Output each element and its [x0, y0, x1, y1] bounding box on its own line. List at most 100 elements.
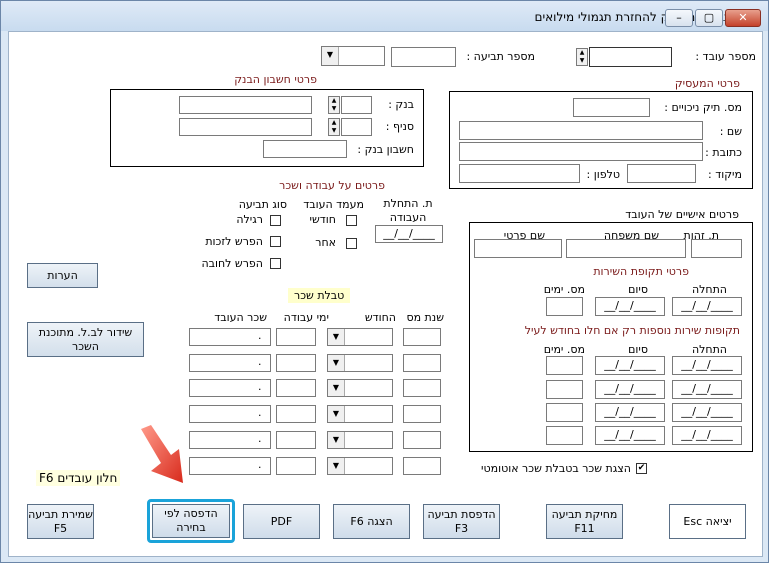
salary-input-3[interactable]: . [189, 379, 271, 397]
bank-label: בנק : [388, 98, 414, 111]
salary-input-4[interactable]: . [189, 405, 271, 423]
month-select-5[interactable]: ▼ [327, 431, 393, 449]
work-days-input-3[interactable] [276, 379, 316, 397]
entitlement-diff-checkbox[interactable] [270, 236, 281, 247]
debit-diff-checkbox[interactable] [270, 258, 281, 269]
salary-table-header: טבלת שכר [288, 288, 351, 303]
month-select-1[interactable]: ▼ [327, 328, 393, 346]
display-button[interactable]: הצגה F6 [333, 504, 410, 539]
tax-year-input-2[interactable] [403, 354, 441, 372]
extra-end-input-3[interactable]: __/__/____ [595, 403, 665, 422]
tax-year-input-4[interactable] [403, 405, 441, 423]
service-days-input[interactable] [546, 297, 583, 316]
address-input[interactable] [459, 142, 703, 161]
bank-code-input[interactable] [341, 96, 372, 114]
chevron-down-icon: ▼ [328, 458, 345, 474]
extra-end-input-1[interactable]: __/__/____ [595, 356, 665, 375]
delete-claim-button[interactable]: מחיקת תביעה F11 [546, 504, 623, 539]
address-label: כתובת : [705, 146, 742, 159]
month-select-2[interactable]: ▼ [327, 354, 393, 372]
extra-start-input-4[interactable]: __/__/____ [672, 426, 742, 445]
auto-salary-label: הצגת שכר בטבלת שכר אוטומטי [481, 462, 631, 475]
regular-checkbox[interactable] [270, 215, 281, 226]
month-select-3[interactable]: ▼ [327, 379, 393, 397]
employees-window-label[interactable]: חלון עובדים F6 [36, 470, 121, 486]
maximize-icon: ▢ [703, 11, 715, 24]
branch-code-input[interactable] [341, 118, 372, 136]
month-select-6[interactable]: ▼ [327, 457, 393, 475]
other-checkbox[interactable] [346, 238, 357, 249]
last-name-input[interactable] [566, 239, 686, 258]
tax-year-input-5[interactable] [403, 431, 441, 449]
chevron-down-icon: ▼ [328, 329, 345, 345]
extra-end-input-2[interactable]: __/__/____ [595, 380, 665, 399]
extra-end-input-4[interactable]: __/__/____ [595, 426, 665, 445]
phone-input[interactable] [459, 164, 580, 183]
salary-input-2[interactable]: . [189, 354, 271, 372]
start-date-input[interactable]: __/__/____ [375, 225, 443, 243]
bank-header: פרטי חשבון הבנק [234, 73, 317, 86]
zip-input[interactable] [627, 164, 696, 183]
employee-no-input[interactable] [589, 47, 672, 67]
work-days-input-4[interactable] [276, 405, 316, 423]
print-selection-button[interactable]: הדפסה לפי בחירה [152, 504, 230, 538]
name-label: שם : [719, 125, 742, 138]
service-start-label: התחלה [691, 283, 727, 296]
work-days-input-2[interactable] [276, 354, 316, 372]
extra-start-input-1[interactable]: __/__/____ [672, 356, 742, 375]
salary-input-6[interactable]: . [189, 457, 271, 475]
maximize-button[interactable]: ▢ [695, 9, 723, 27]
entitlement-diff-label: הפרש לזכות [205, 235, 263, 248]
salary-input-1[interactable]: . [189, 328, 271, 346]
extra-days-input-4[interactable] [546, 426, 583, 445]
work-days-input-6[interactable] [276, 457, 316, 475]
first-name-input[interactable] [474, 239, 562, 258]
extra-end-label: סיום [628, 343, 648, 356]
account-label: חשבון בנק : [357, 143, 414, 156]
extra-days-input-2[interactable] [546, 380, 583, 399]
service-end-input[interactable]: __/__/____ [595, 297, 665, 316]
minimize-button[interactable]: – [665, 9, 693, 27]
tax-year-input-6[interactable] [403, 457, 441, 475]
notes-button[interactable]: הערות [27, 263, 98, 288]
work-days-col-header: ימי עבודה [283, 311, 329, 324]
bank-code-spinner[interactable]: ▲ ▼ [328, 96, 340, 114]
extra-start-label: התחלה [691, 343, 727, 356]
chevron-down-icon: ▼ [328, 380, 345, 396]
service-header: פרטי תקופת השירות [593, 265, 689, 278]
auto-salary-checkbox[interactable]: ✔ [636, 463, 647, 474]
account-input[interactable] [263, 140, 347, 158]
branch-name-input[interactable] [179, 118, 312, 136]
extra-days-input-1[interactable] [546, 356, 583, 375]
tax-year-input-1[interactable] [403, 328, 441, 346]
salary-input-5[interactable]: . [189, 431, 271, 449]
extra-start-input-2[interactable]: __/__/____ [672, 380, 742, 399]
monthly-checkbox[interactable] [346, 215, 357, 226]
month-select-4[interactable]: ▼ [327, 405, 393, 423]
save-claim-button[interactable]: שמירת תביעה F5 [27, 504, 94, 539]
service-start-input[interactable]: __/__/____ [672, 297, 742, 316]
branch-code-spinner[interactable]: ▲ ▼ [328, 118, 340, 136]
exit-button[interactable]: יציאה Esc [669, 504, 746, 539]
file-no-input[interactable] [573, 98, 650, 117]
title-bar[interactable]: תביעת מעסיק להחזרת תגמולי מילואים – ▢ ✕ [1, 1, 768, 31]
id-input[interactable] [691, 239, 742, 258]
tax-year-input-3[interactable] [403, 379, 441, 397]
extra-days-input-3[interactable] [546, 403, 583, 422]
employee-no-label: מספר עובד : [695, 50, 756, 63]
branch-label: סניף : [385, 120, 414, 133]
work-days-input-5[interactable] [276, 431, 316, 449]
bank-name-input[interactable] [179, 96, 312, 114]
claim-no-dropdown[interactable]: ▼ [321, 46, 385, 66]
extra-start-input-3[interactable]: __/__/____ [672, 403, 742, 422]
claim-no-label: מספר תביעה : [466, 50, 535, 63]
employee-no-spinner[interactable]: ▲ ▼ [576, 48, 588, 66]
send-to-nii-button[interactable]: שידור לב.ל. מתוכנת השכר [27, 322, 144, 357]
claim-no-input[interactable] [391, 47, 456, 67]
pdf-button[interactable]: PDF [243, 504, 320, 539]
close-button[interactable]: ✕ [725, 9, 761, 27]
print-claim-button[interactable]: הדפסת תביעה F3 [423, 504, 500, 539]
work-days-input-1[interactable] [276, 328, 316, 346]
service-end-label: סיום [628, 283, 648, 296]
name-input[interactable] [459, 121, 703, 140]
